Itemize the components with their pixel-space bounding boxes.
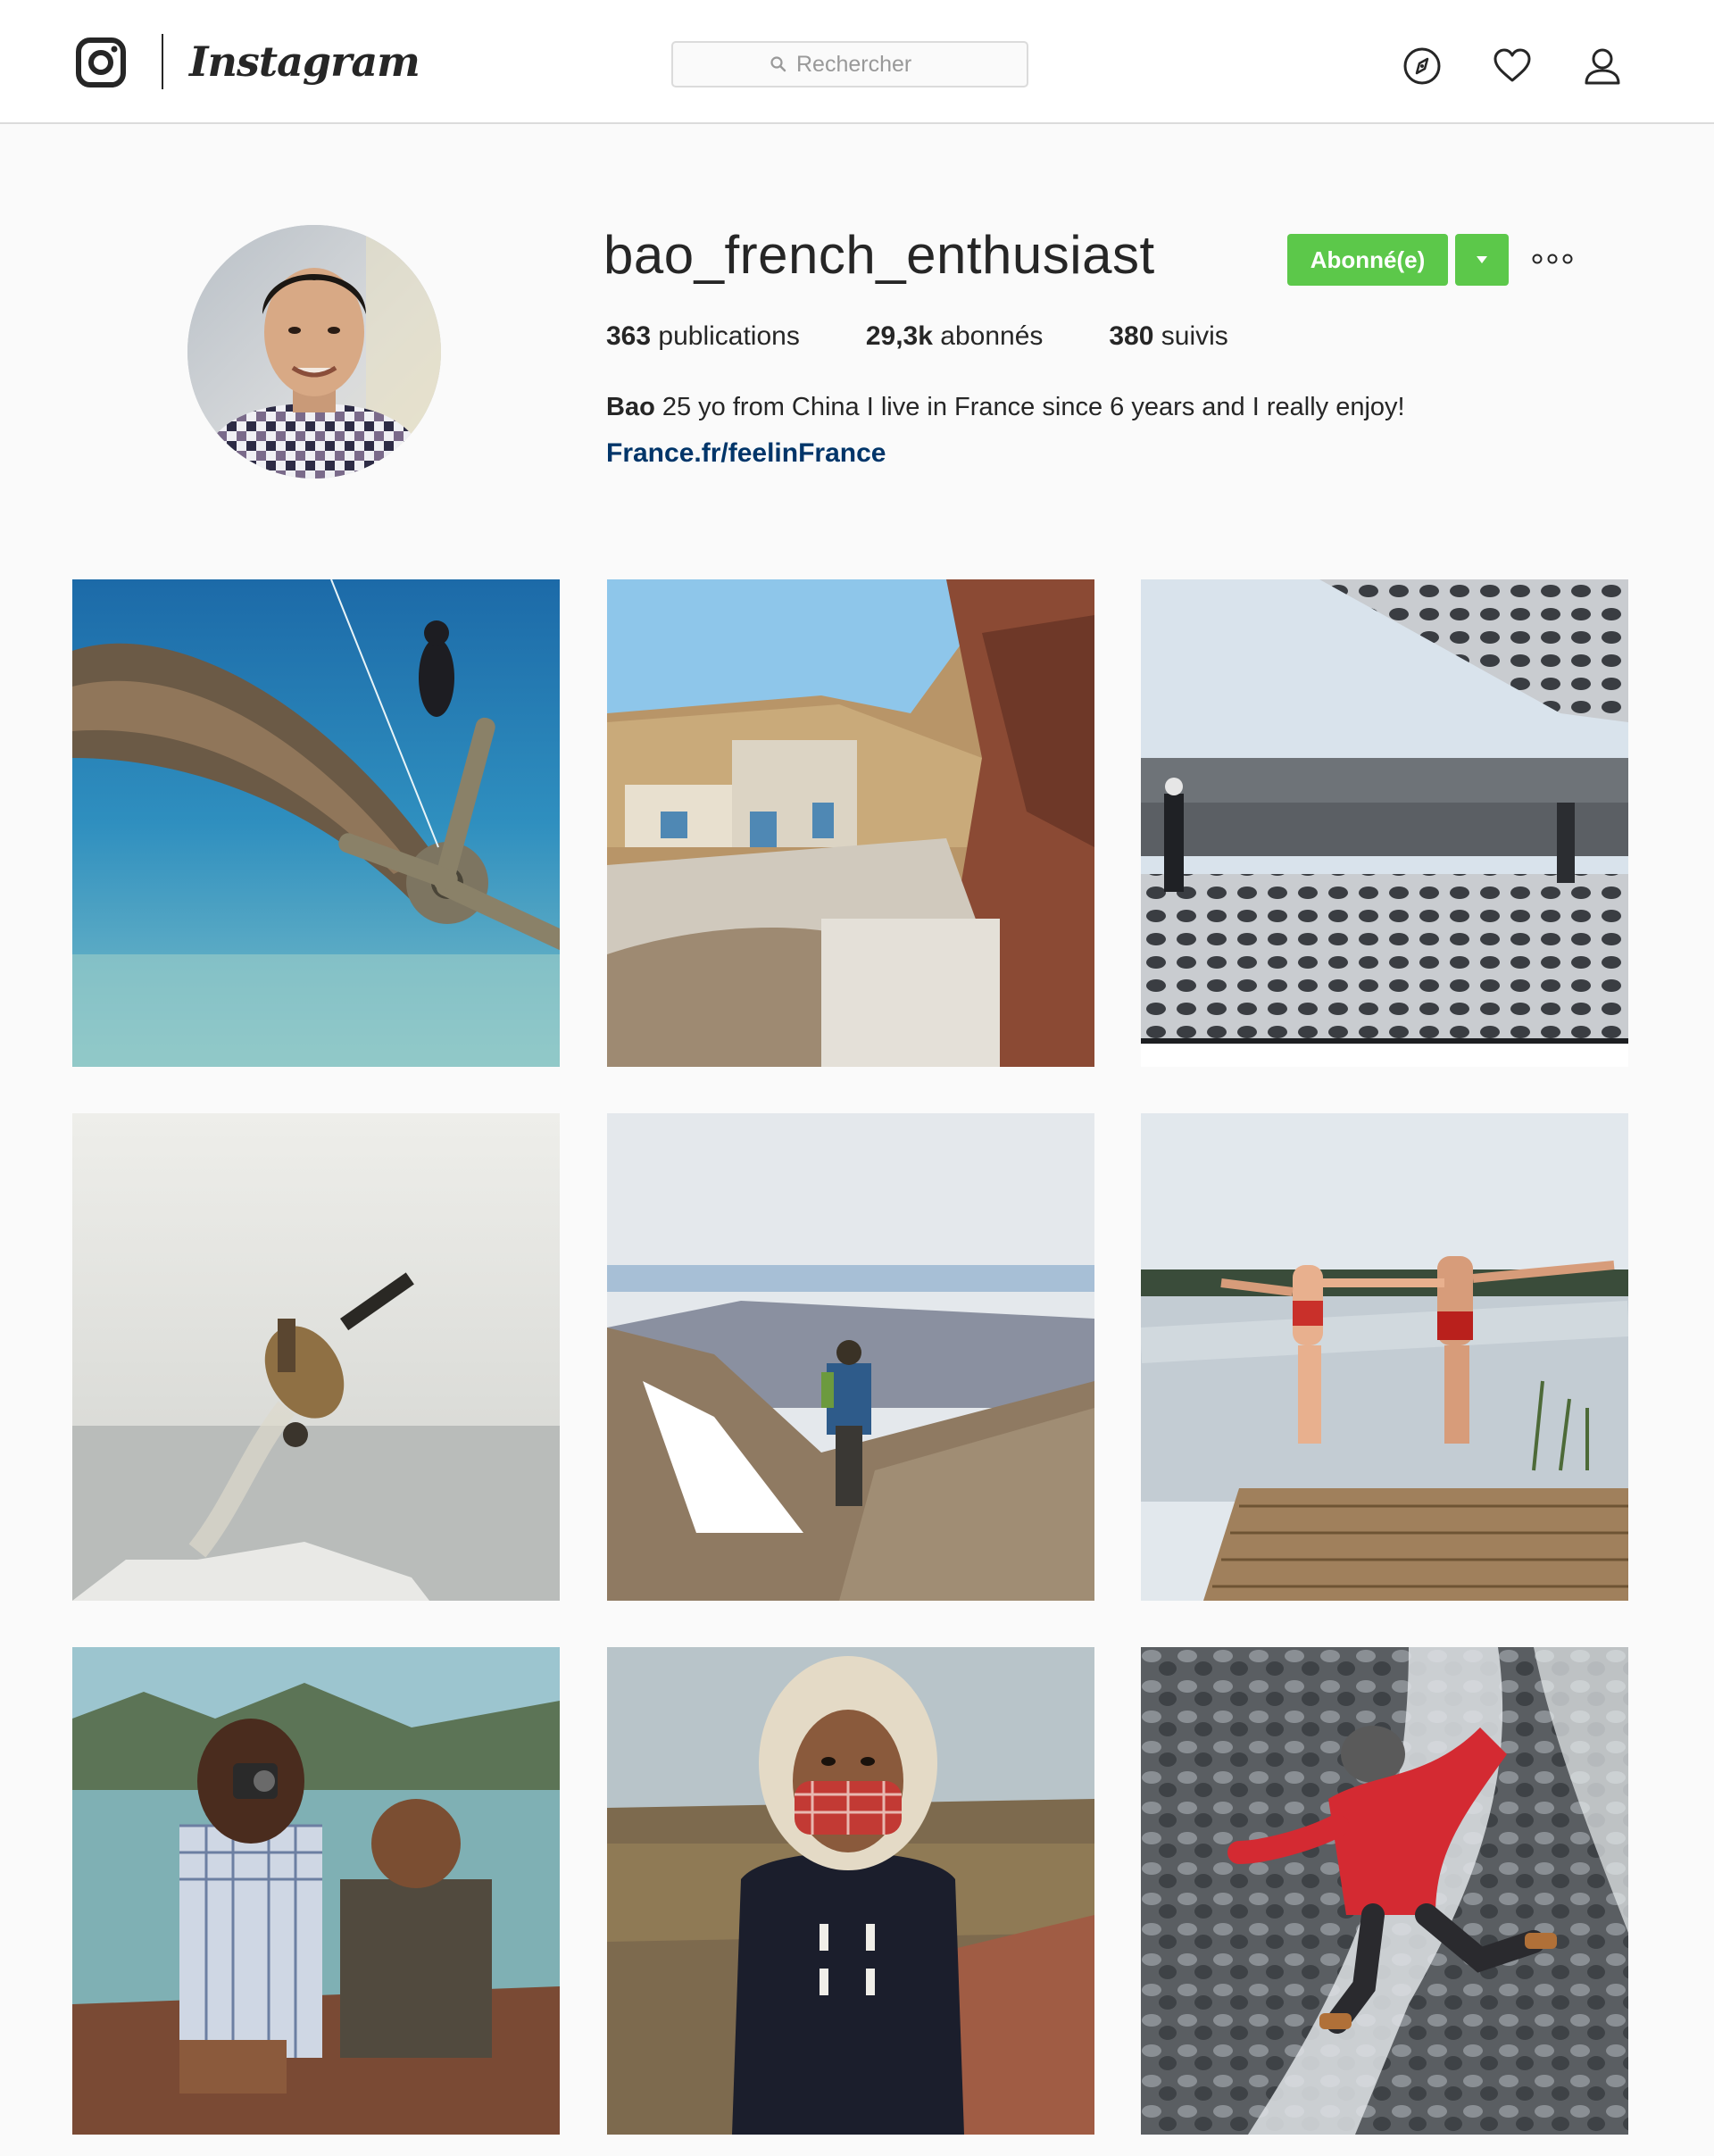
followers-count-label: abonnés — [940, 321, 1044, 351]
post-image — [607, 1113, 1094, 1601]
heart-icon[interactable] — [1493, 46, 1532, 86]
post-thumbnail[interactable] — [607, 1113, 1094, 1601]
posts-count: 363 publications — [606, 321, 800, 357]
more-options-button[interactable] — [1530, 248, 1575, 270]
ellipsis-icon — [1532, 254, 1573, 264]
instagram-camera-icon[interactable] — [75, 37, 127, 88]
post-image — [72, 1647, 560, 2135]
post-image — [72, 1113, 560, 1601]
post-thumbnail[interactable] — [1141, 1647, 1628, 2135]
search-input[interactable] — [796, 51, 930, 78]
following-button[interactable]: Abonné(e) — [1287, 234, 1448, 286]
post-thumbnail[interactable] — [1141, 579, 1628, 1067]
posts-count-label: publications — [658, 321, 800, 351]
search-box[interactable] — [671, 41, 1028, 87]
post-image — [72, 579, 560, 1067]
post-image — [1141, 579, 1628, 1067]
search-icon — [770, 56, 786, 72]
followers-count-value: 29,3k — [865, 321, 933, 351]
following-count-value: 380 — [1109, 321, 1154, 351]
post-image — [1141, 1647, 1628, 2135]
follow-dropdown-button[interactable] — [1455, 234, 1509, 286]
profile-website-link[interactable]: France.fr/feelinFrance — [606, 436, 886, 471]
following-count-label: suivis — [1161, 321, 1228, 351]
profile-username: bao_french_enthusiast — [603, 225, 1155, 285]
post-thumbnail[interactable] — [72, 1113, 560, 1601]
bio-name: Bao — [606, 393, 655, 421]
caret-down-icon — [1477, 256, 1487, 263]
top-navigation-bar: Instagram — [0, 0, 1714, 124]
profile-stats: 363 publications 29,3k abonnés 380 suivi… — [606, 321, 1294, 357]
following-count[interactable]: 380 suivis — [1109, 321, 1227, 357]
compass-icon[interactable] — [1402, 46, 1442, 86]
post-thumbnail[interactable] — [72, 579, 560, 1067]
post-image — [607, 579, 1094, 1067]
post-thumbnail[interactable] — [72, 1647, 560, 2135]
user-profile-icon[interactable] — [1583, 46, 1622, 86]
post-image — [607, 1647, 1094, 2135]
post-thumbnail[interactable] — [1141, 1113, 1628, 1601]
posts-count-value: 363 — [606, 321, 652, 351]
post-thumbnail[interactable] — [607, 579, 1094, 1067]
profile-avatar[interactable] — [187, 225, 441, 479]
bio-text: 25 yo from China I live in France since … — [661, 393, 1405, 421]
post-thumbnail[interactable] — [607, 1647, 1094, 2135]
profile-bio: Bao 25 yo from China I live in France si… — [606, 389, 1405, 425]
instagram-wordmark[interactable]: Instagram — [189, 32, 420, 91]
followers-count[interactable]: 29,3k abonnés — [866, 321, 1044, 357]
brand-divider — [162, 34, 163, 89]
post-image — [1141, 1113, 1628, 1601]
